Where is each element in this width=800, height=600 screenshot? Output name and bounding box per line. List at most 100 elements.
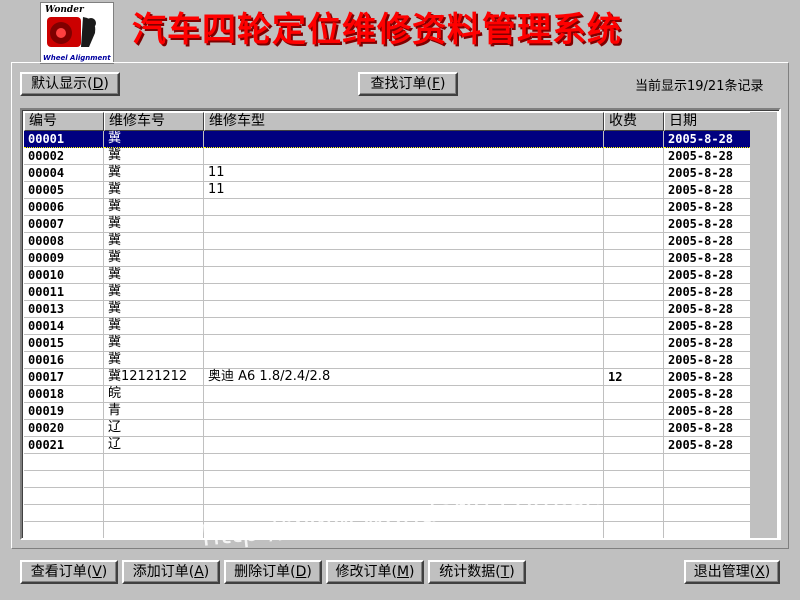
- cell-plate: 冀: [104, 352, 204, 369]
- cell-plate: 冀: [104, 267, 204, 284]
- view-order-label: 查看订单: [30, 564, 87, 580]
- table-row[interactable]: 00004 冀 11 2005-8-28: [24, 165, 754, 182]
- table-row[interactable]: 00014 冀 2005-8-28: [24, 318, 754, 335]
- cell-model: [204, 216, 604, 233]
- table-row-empty[interactable]: [24, 454, 754, 471]
- cell-id: 00017: [24, 369, 104, 386]
- table-row[interactable]: 00019 青 2005-8-28: [24, 403, 754, 420]
- cell-plate: 冀: [104, 199, 204, 216]
- delete-order-hotkey: D: [295, 564, 307, 580]
- cell-model: [204, 471, 604, 488]
- table-row[interactable]: 00001 冀 2005-8-28: [24, 131, 754, 148]
- default-display-hotkey: D: [92, 76, 104, 92]
- cell-date: 2005-8-28: [664, 233, 754, 250]
- cell-fee: [604, 284, 664, 301]
- cell-model: [204, 267, 604, 284]
- cell-plate: 皖: [104, 386, 204, 403]
- cell-fee: [604, 352, 664, 369]
- cell-id: 00020: [24, 420, 104, 437]
- table-row[interactable]: 00016 冀 2005-8-28: [24, 352, 754, 369]
- app-title: 汽车四轮定位维修资料管理系统: [132, 10, 622, 50]
- table-row[interactable]: 00002 冀 2005-8-28: [24, 148, 754, 165]
- cell-id: 00015: [24, 335, 104, 352]
- table-row[interactable]: 00017 冀12121212 奥迪 A6 1.8/2.4/2.8 12 2005-8-…: [24, 369, 754, 386]
- col-header-id[interactable]: 编号: [24, 112, 104, 131]
- exit-management-button[interactable]: 退出管理(X): [684, 560, 780, 584]
- cell-date: 2005-8-28: [664, 199, 754, 216]
- exit-management-label: 退出管理: [693, 564, 750, 580]
- cell-model: [204, 420, 604, 437]
- cell-id: 00009: [24, 250, 104, 267]
- cell-id: 00005: [24, 182, 104, 199]
- statistics-button[interactable]: 统计数据(T): [428, 560, 526, 584]
- table-row[interactable]: 00018 皖 2005-8-28: [24, 386, 754, 403]
- cell-model: [204, 250, 604, 267]
- cell-plate: 冀: [104, 216, 204, 233]
- table-row-empty[interactable]: [24, 522, 754, 538]
- cell-id: 00013: [24, 301, 104, 318]
- cell-plate: 冀12121212: [104, 369, 204, 386]
- table-row[interactable]: 00005 冀 11 2005-8-28: [24, 182, 754, 199]
- cell-fee: 12: [604, 369, 664, 386]
- cell-plate: 冀: [104, 165, 204, 182]
- delete-order-button[interactable]: 删除订单(D): [224, 560, 322, 584]
- cell-id: 00014: [24, 318, 104, 335]
- default-display-label: 默认显示: [31, 76, 88, 92]
- cell-id: 00004: [24, 165, 104, 182]
- cell-date: 2005-8-28: [664, 386, 754, 403]
- cell-date: [664, 471, 754, 488]
- view-order-button[interactable]: 查看订单(V): [20, 560, 118, 584]
- table-row[interactable]: 00007 冀 2005-8-28: [24, 216, 754, 233]
- cell-plate: 冀: [104, 284, 204, 301]
- cell-fee: [604, 437, 664, 454]
- cell-plate: 冀: [104, 250, 204, 267]
- col-header-date[interactable]: 日期: [664, 112, 754, 131]
- cell-fee: [604, 522, 664, 538]
- cell-plate: 冀: [104, 148, 204, 165]
- col-header-fee[interactable]: 收费: [604, 112, 664, 131]
- table-row[interactable]: 00008 冀 2005-8-28: [24, 233, 754, 250]
- cell-date: 2005-8-28: [664, 437, 754, 454]
- cell-id: [24, 454, 104, 471]
- col-header-plate[interactable]: 维修车号: [104, 112, 204, 131]
- table-row-empty[interactable]: [24, 488, 754, 505]
- col-header-model[interactable]: 维修车型: [204, 112, 604, 131]
- cell-id: 00016: [24, 352, 104, 369]
- table-row[interactable]: 00010 冀 2005-8-28: [24, 267, 754, 284]
- cell-fee: [604, 403, 664, 420]
- cell-fee: [604, 182, 664, 199]
- cell-plate: [104, 505, 204, 522]
- find-order-hotkey: F: [431, 76, 441, 92]
- find-order-button[interactable]: 查找订单(F): [358, 72, 458, 96]
- orders-grid[interactable]: 编号 维修车号 维修车型 收费 日期 00001 冀 2005-8-28 00002 冀…: [20, 108, 781, 540]
- table-row[interactable]: 00021 辽 2005-8-28: [24, 437, 754, 454]
- exit-management-hotkey: X: [755, 564, 765, 580]
- table-row[interactable]: 00006 冀 2005-8-28: [24, 199, 754, 216]
- cell-date: 2005-8-28: [664, 352, 754, 369]
- cell-id: 00007: [24, 216, 104, 233]
- cell-id: 00010: [24, 267, 104, 284]
- grid-scroll-area: [750, 112, 777, 538]
- table-row-empty[interactable]: [24, 505, 754, 522]
- cell-model: [204, 454, 604, 471]
- add-order-label: 添加订单: [132, 564, 189, 580]
- edit-order-button[interactable]: 修改订单(M): [326, 560, 424, 584]
- default-display-button[interactable]: 默认显示(D): [20, 72, 120, 96]
- table-row[interactable]: 00020 辽 2005-8-28: [24, 420, 754, 437]
- cell-id: [24, 522, 104, 538]
- delete-order-label: 删除订单: [234, 564, 291, 580]
- cell-date: 2005-8-28: [664, 369, 754, 386]
- table-row-empty[interactable]: [24, 471, 754, 488]
- cell-model: [204, 505, 604, 522]
- table-row[interactable]: 00011 冀 2005-8-28: [24, 284, 754, 301]
- table-row[interactable]: 00013 冀 2005-8-28: [24, 301, 754, 318]
- table-row[interactable]: 00009 冀 2005-8-28: [24, 250, 754, 267]
- cell-date: 2005-8-28: [664, 182, 754, 199]
- cell-date: 2005-8-28: [664, 131, 754, 148]
- logo-brand-text: Wonder: [45, 5, 84, 15]
- table-row[interactable]: 00015 冀 2005-8-28: [24, 335, 754, 352]
- add-order-button[interactable]: 添加订单(A): [122, 560, 220, 584]
- cell-fee: [604, 267, 664, 284]
- cell-fee: [604, 505, 664, 522]
- find-order-label: 查找订单: [370, 76, 427, 92]
